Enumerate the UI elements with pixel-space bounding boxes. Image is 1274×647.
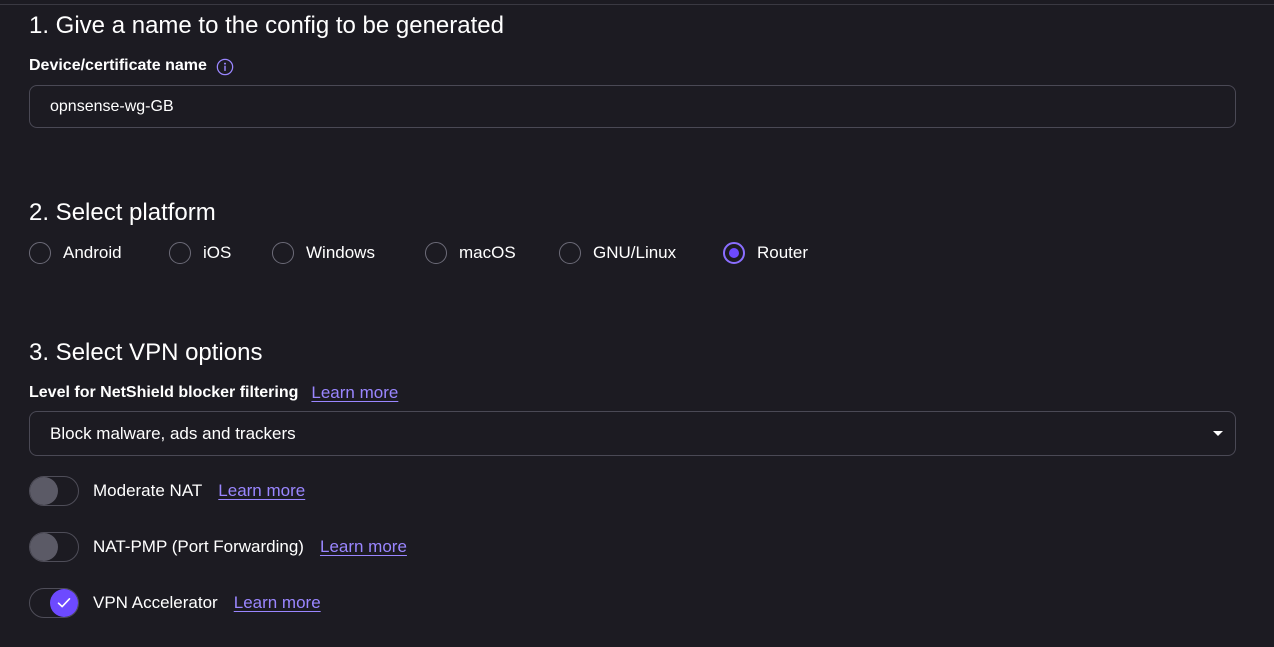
top-divider [0, 4, 1274, 5]
moderate-nat-row: Moderate NAT Learn more [29, 476, 305, 506]
radio-button[interactable] [559, 242, 581, 264]
platform-label: Router [757, 243, 809, 262]
netshield-label: Level for NetShield blocker filtering Le… [29, 383, 398, 403]
device-name-label: Device/certificate name [29, 57, 234, 76]
vpn-accelerator-row: VPN Accelerator Learn more [29, 588, 321, 618]
vpn-accelerator-learn-more-link[interactable]: Learn more [234, 593, 321, 613]
netshield-label-text: Level for NetShield blocker filtering [29, 384, 299, 401]
platform-label: Android [63, 243, 122, 262]
radio-button[interactable] [425, 242, 447, 264]
nat-pmp-toggle[interactable] [29, 532, 79, 562]
platform-option-windows[interactable]: Windows [272, 242, 425, 264]
platform-label: macOS [459, 243, 516, 262]
platform-option-android[interactable]: Android [29, 242, 169, 264]
platform-label: GNU/Linux [593, 243, 677, 262]
radio-button[interactable] [29, 242, 51, 264]
vpn-accelerator-label: VPN Accelerator [93, 593, 218, 612]
moderate-nat-label: Moderate NAT [93, 481, 203, 500]
vpn-accelerator-toggle[interactable] [29, 588, 79, 618]
nat-pmp-learn-more-link[interactable]: Learn more [320, 537, 407, 557]
device-name-label-text: Device/certificate name [29, 57, 207, 74]
platform-option-router[interactable]: Router [723, 242, 808, 264]
section-title-platform: 2. Select platform [29, 199, 216, 226]
nat-pmp-row: NAT-PMP (Port Forwarding) Learn more [29, 532, 407, 562]
platform-label: iOS [203, 243, 232, 262]
caret-down-icon [1213, 431, 1223, 436]
radio-button[interactable] [169, 242, 191, 264]
netshield-level-select[interactable]: Block malware, ads and trackers [29, 411, 1236, 456]
toggle-knob [50, 589, 78, 617]
platform-option-macos[interactable]: macOS [425, 242, 559, 264]
platform-option-ios[interactable]: iOS [169, 242, 272, 264]
radio-button[interactable] [272, 242, 294, 264]
section-title-name: 1. Give a name to the config to be gener… [29, 12, 504, 39]
checkmark-icon [57, 598, 71, 608]
platform-option-gnu-linux[interactable]: GNU/Linux [559, 242, 723, 264]
netshield-selected-value: Block malware, ads and trackers [50, 423, 296, 443]
nat-pmp-label: NAT-PMP (Port Forwarding) [93, 537, 304, 556]
device-name-input[interactable] [29, 85, 1236, 128]
moderate-nat-toggle[interactable] [29, 476, 79, 506]
radio-button-selected[interactable] [723, 242, 745, 264]
config-generator-page: 1. Give a name to the config to be gener… [0, 0, 1274, 647]
moderate-nat-learn-more-link[interactable]: Learn more [218, 481, 305, 501]
netshield-learn-more-link[interactable]: Learn more [311, 383, 398, 403]
platform-label: Windows [306, 243, 375, 262]
toggle-knob [30, 477, 58, 505]
section-title-vpn-options: 3. Select VPN options [29, 339, 263, 366]
toggle-knob [30, 533, 58, 561]
info-icon[interactable] [216, 57, 234, 76]
platform-radio-group: Android iOS Windows macOS GNU/Linux Rout… [29, 239, 808, 267]
